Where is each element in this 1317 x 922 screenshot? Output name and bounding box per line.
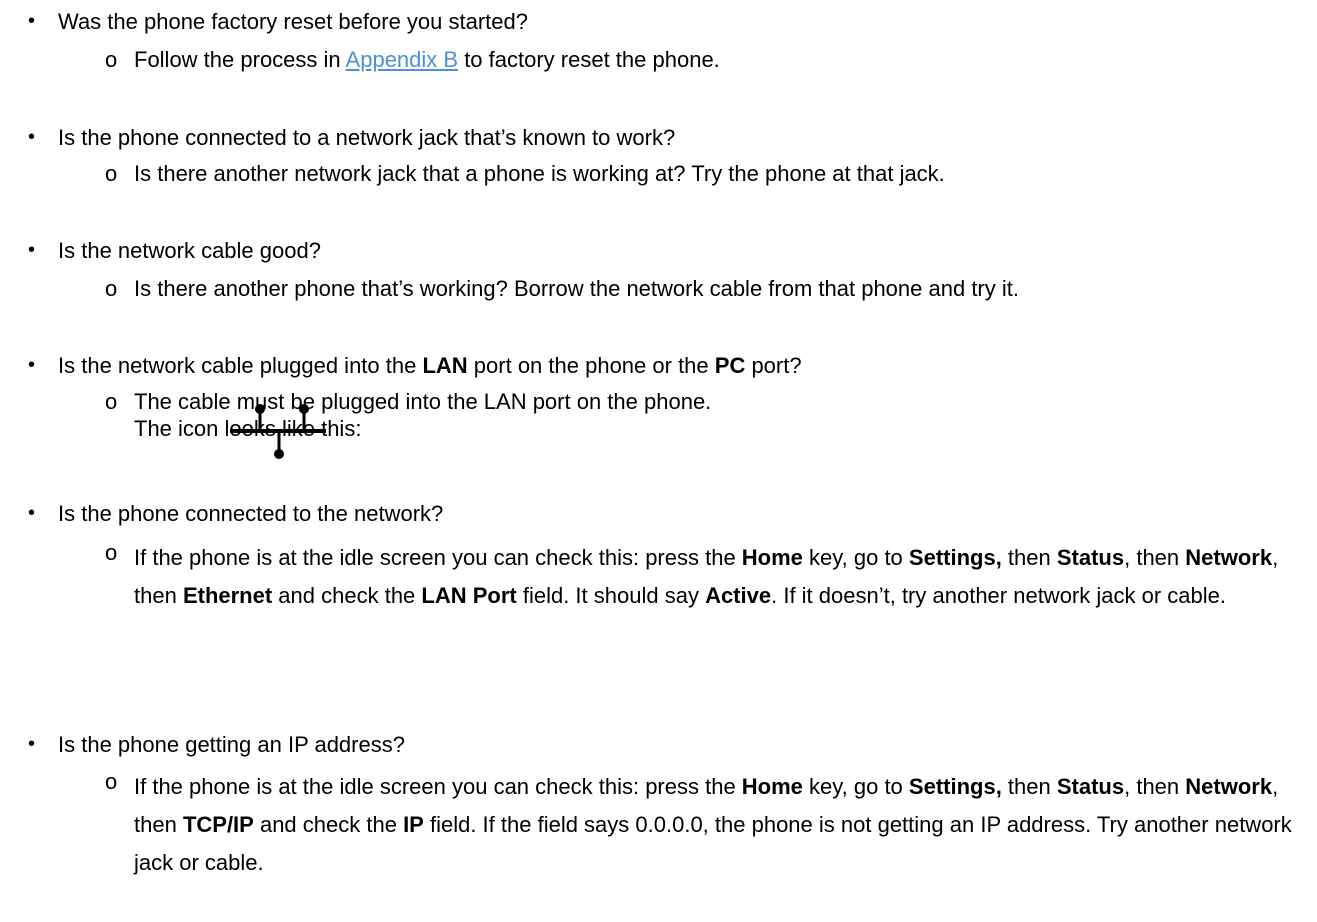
- bullet: •: [28, 733, 36, 755]
- question-text: Is the phone connected to the network?: [58, 501, 444, 526]
- sub-bullet: o: [105, 540, 118, 565]
- question-text: Is the network cable good?: [58, 238, 321, 263]
- bullet: •: [28, 239, 36, 261]
- answer-text: If the phone is at the idle screen you c…: [134, 545, 1279, 608]
- bullet: •: [28, 354, 36, 376]
- answer-text: Is there another network jack that a pho…: [134, 161, 945, 186]
- question-text: Is the phone getting an IP address?: [58, 732, 405, 757]
- question-text: Was the phone factory reset before you s…: [58, 9, 529, 34]
- appendix-b-link[interactable]: Appendix B: [346, 47, 459, 72]
- sub-bullet: o: [105, 769, 118, 794]
- answer-text: If the phone is at the idle screen you c…: [134, 774, 1292, 875]
- question-text: Is the network cable plugged into the LA…: [58, 353, 802, 378]
- question-text: Is the phone connected to a network jack…: [58, 125, 676, 150]
- sub-bullet: o: [105, 47, 118, 72]
- sub-bullet: o: [105, 161, 118, 186]
- bullet: •: [28, 126, 36, 148]
- bullet: •: [28, 502, 36, 524]
- answer-text: Is there another phone that’s working? B…: [134, 276, 1019, 301]
- answer-text: Follow the process in Appendix B to fact…: [134, 47, 720, 72]
- bullet: •: [28, 10, 36, 32]
- lan-port-icon: [230, 404, 326, 459]
- sub-bullet: o: [105, 276, 118, 301]
- sub-bullet: o: [105, 389, 118, 414]
